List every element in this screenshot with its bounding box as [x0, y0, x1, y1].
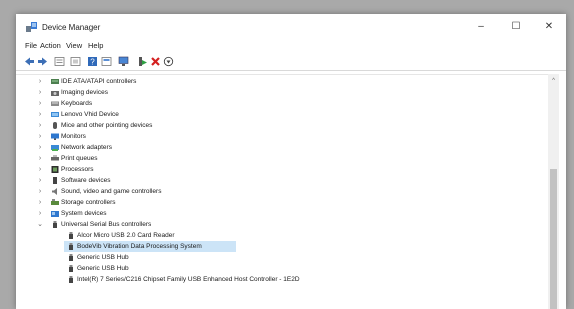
tree-item-label: Storage controllers	[61, 199, 116, 206]
expand-chevron-icon[interactable]: ›	[36, 208, 44, 219]
tree-item-label: Print queues	[61, 155, 98, 162]
tree-item-label: Generic USB Hub	[77, 265, 129, 272]
expand-chevron-icon[interactable]: ›	[36, 175, 44, 186]
usb-icon	[69, 276, 73, 283]
ide-controller-icon	[51, 79, 59, 84]
tree-item-label: BodeVib Vibration Data Processing System	[77, 243, 202, 250]
tree-item-lenovo-vhid-device[interactable]: › Lenovo Vhid Device	[36, 109, 336, 120]
tree-item-label: Imaging devices	[61, 89, 108, 96]
usb-icon	[53, 221, 57, 228]
enable-device-icon[interactable]	[137, 56, 148, 67]
menu-view[interactable]: View	[66, 41, 82, 50]
window-title: Device Manager	[42, 23, 101, 32]
expand-chevron-icon[interactable]: ›	[36, 98, 44, 109]
tree-item-label: Software devices	[61, 177, 111, 184]
tree-item-intel-usb-enhanced-host-controller[interactable]: Intel(R) 7 Series/C216 Chipset Family US…	[64, 274, 384, 285]
tree-item-universal-serial-bus-controllers[interactable]: ⌄ Universal Serial Bus controllers	[36, 219, 336, 230]
expand-chevron-icon[interactable]: ›	[36, 142, 44, 153]
menu-action[interactable]: Action	[40, 41, 61, 50]
tree-item-network-adapters[interactable]: › Network adapters	[36, 142, 336, 153]
minimize-button[interactable]: –	[472, 20, 490, 34]
list-view-icon[interactable]	[70, 56, 81, 67]
tree-item-ide-ata-atapi-controllers[interactable]: › IDE ATA/ATAPI controllers	[36, 76, 336, 87]
tree-item-label: Monitors	[61, 133, 86, 140]
device-tree[interactable]: › IDE ATA/ATAPI controllers › Imaging de…	[16, 74, 548, 309]
forward-arrow-icon[interactable]	[37, 56, 48, 67]
tree-item-alcor-micro-usb-card-reader[interactable]: Alcor Micro USB 2.0 Card Reader	[64, 230, 364, 241]
usb-icon	[69, 232, 73, 239]
tree-item-label: Processors	[61, 166, 94, 173]
usb-icon	[69, 243, 73, 250]
tree-item-label: Keyboards	[61, 100, 93, 107]
expand-chevron-icon[interactable]: ›	[36, 87, 44, 98]
tree-item-keyboards[interactable]: › Keyboards	[36, 98, 336, 109]
printer-icon	[51, 155, 59, 161]
expand-chevron-icon[interactable]: ›	[36, 131, 44, 142]
tree-item-label: IDE ATA/ATAPI controllers	[61, 78, 137, 85]
help-icon[interactable]: ?	[87, 56, 98, 67]
expand-chevron-icon[interactable]: ›	[36, 109, 44, 120]
tree-item-generic-usb-hub[interactable]: Generic USB Hub	[64, 263, 364, 274]
close-button[interactable]: ✕	[540, 20, 558, 34]
title-bar[interactable]: Device Manager – ☐ ✕	[16, 14, 566, 38]
expand-chevron-icon[interactable]: ›	[36, 197, 44, 208]
tree-item-label: Intel(R) 7 Series/C216 Chipset Family US…	[77, 276, 300, 283]
menu-bar: File Action View Help	[16, 40, 566, 54]
download-driver-icon[interactable]	[163, 56, 174, 67]
hid-device-icon	[51, 112, 59, 117]
software-device-icon	[53, 177, 57, 184]
tree-item-processors[interactable]: › Processors	[36, 164, 336, 175]
tree-item-generic-usb-hub[interactable]: Generic USB Hub	[64, 252, 364, 263]
device-manager-window: Device Manager – ☐ ✕ File Action View He…	[16, 14, 566, 309]
expand-chevron-icon[interactable]: ›	[36, 153, 44, 164]
scrollbar-thumb[interactable]	[550, 169, 557, 309]
expand-chevron-icon[interactable]: ›	[36, 186, 44, 197]
camera-icon	[51, 91, 59, 96]
toolbar: ?	[16, 54, 566, 71]
menu-help[interactable]: Help	[88, 41, 103, 50]
tree-item-software-devices[interactable]: › Software devices	[36, 175, 336, 186]
scroll-up-arrow-icon[interactable]: ^	[548, 78, 559, 84]
tree-item-label: Universal Serial Bus controllers	[61, 221, 152, 228]
update-driver-icon[interactable]	[101, 56, 112, 67]
tree-item-imaging-devices[interactable]: › Imaging devices	[36, 87, 336, 98]
uninstall-x-icon[interactable]	[150, 56, 161, 67]
svg-text:?: ?	[90, 58, 95, 67]
expand-chevron-icon[interactable]: ›	[36, 120, 44, 131]
tree-item-label: Lenovo Vhid Device	[61, 111, 119, 118]
system-folder-icon	[51, 211, 59, 217]
tree-item-label: Alcor Micro USB 2.0 Card Reader	[77, 232, 175, 239]
maximize-button[interactable]: ☐	[507, 20, 525, 34]
usb-icon	[69, 254, 73, 261]
back-arrow-icon[interactable]	[24, 56, 35, 67]
menu-file[interactable]: File	[25, 41, 37, 50]
processor-icon	[51, 166, 59, 173]
properties-icon[interactable]	[54, 56, 65, 67]
network-adapter-icon	[51, 145, 59, 151]
storage-controller-icon	[51, 199, 59, 205]
tree-item-storage-controllers[interactable]: › Storage controllers	[36, 197, 336, 208]
mouse-icon	[53, 122, 57, 129]
tree-item-label: Mice and other pointing devices	[61, 122, 153, 129]
tree-item-label: Generic USB Hub	[77, 254, 129, 261]
tree-item-bodevib-vibration-data-processing-system[interactable]: BodeVib Vibration Data Processing System	[64, 241, 236, 252]
tree-item-print-queues[interactable]: › Print queues	[36, 153, 336, 164]
device-manager-icon	[26, 22, 37, 32]
tree-item-label: System devices	[61, 210, 107, 217]
tree-item-sound-video-and-game-controllers[interactable]: › Sound, video and game controllers	[36, 186, 336, 197]
collapse-chevron-icon[interactable]: ⌄	[36, 219, 44, 230]
speaker-icon	[52, 188, 57, 195]
tree-item-mice-and-other-pointing-devices[interactable]: › Mice and other pointing devices	[36, 120, 336, 131]
keyboard-icon	[51, 101, 59, 106]
monitor-icon	[51, 133, 59, 140]
tree-item-label: Network adapters	[61, 144, 112, 151]
monitor-scan-icon[interactable]	[118, 56, 129, 67]
usb-icon	[69, 265, 73, 272]
expand-chevron-icon[interactable]: ›	[36, 76, 44, 87]
expand-chevron-icon[interactable]: ›	[36, 164, 44, 175]
tree-item-label: Sound, video and game controllers	[61, 188, 162, 195]
tree-item-system-devices[interactable]: › System devices	[36, 208, 336, 219]
vertical-scrollbar[interactable]: ^	[548, 74, 559, 309]
tree-item-monitors[interactable]: › Monitors	[36, 131, 336, 142]
